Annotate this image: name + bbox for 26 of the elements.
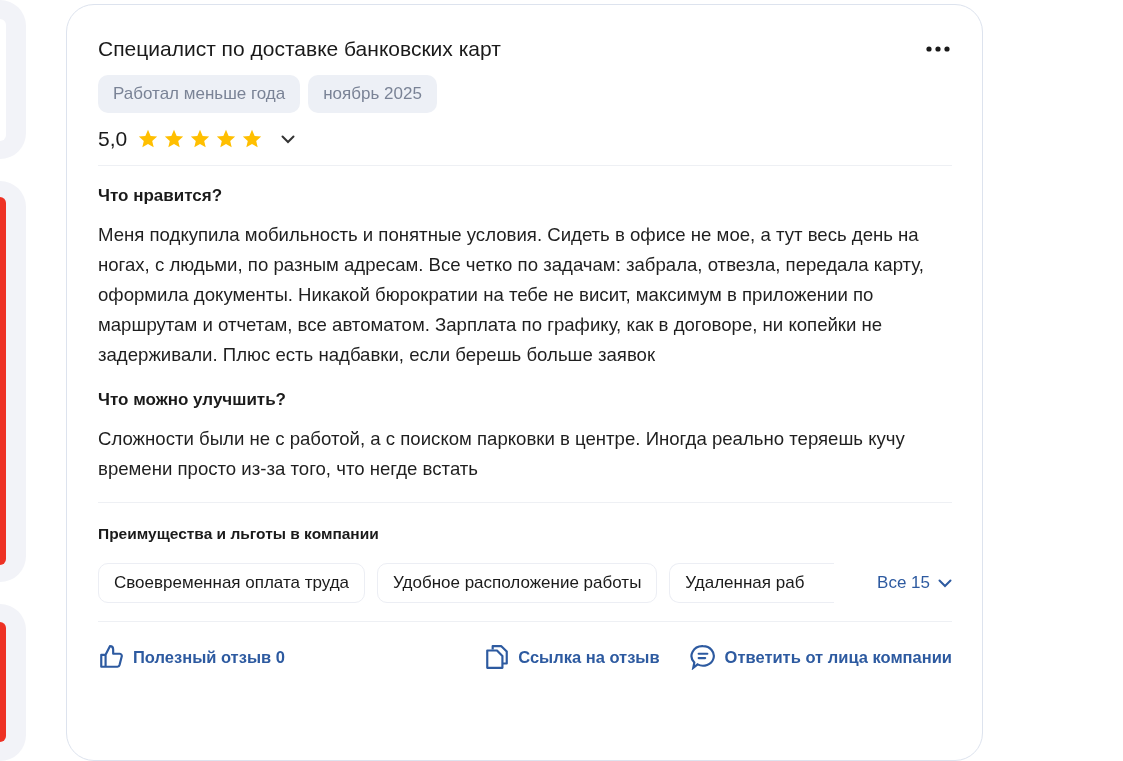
star-icon [215,128,238,150]
review-title: Специалист по доставке банковских карт [98,37,501,61]
show-all-button[interactable]: Все 15 [877,573,952,593]
star-icon [163,128,186,150]
review-text: Меня подкупила мобильность и понятные условия. Сидеть в офисе не мое, а тут весь день на ногах, с людьми, по разным адресам. Все четко по задачам: забрала, отвезла, передала карту, оформила документы. Никакой бюрократии на тебе не висит, максимум в приложении по маршрутам и отчетам, все автоматом. Зарплата по графику, как в договоре, ни копейки не задерживали. Плюс есть надбавки, если берешь больше заявок [98,223,925,367]
copy-icon [485,644,510,670]
benefit-chip: Удаленная раб [669,563,835,603]
rating-value: 5,0 [98,127,128,151]
star-icon [189,128,212,150]
reply-link[interactable]: Ответить от лица компании [689,644,952,670]
section-heading: Что можно улучшить? [98,390,287,410]
tag: ноябрь 2025 [308,75,437,113]
star-icon [241,128,264,150]
benefit-chip: Удобное расположение работы [377,563,658,603]
tag: Работал меньше года [98,75,301,113]
review-text: Сложности были не с работой, а с поиском парковки в центре. Иногда реально теряешь кучу времени просто из-за того, что негде встать [98,427,906,481]
chat-bubble-icon [689,644,716,670]
helpful-link[interactable]: Полезный отзыв 0 [98,644,285,670]
star-icon [137,128,160,150]
review-link[interactable]: Ссылка на отзыв [485,644,660,670]
section-heading: Что нравится? [98,186,224,206]
benefit-chip: Своевременная оплата труда [98,563,366,603]
chevron-down-icon [281,134,296,144]
benefits-heading: Преимущества и льготы в компании [98,525,380,543]
chevron-down-icon [938,578,952,588]
thumbs-up-icon [98,644,124,670]
